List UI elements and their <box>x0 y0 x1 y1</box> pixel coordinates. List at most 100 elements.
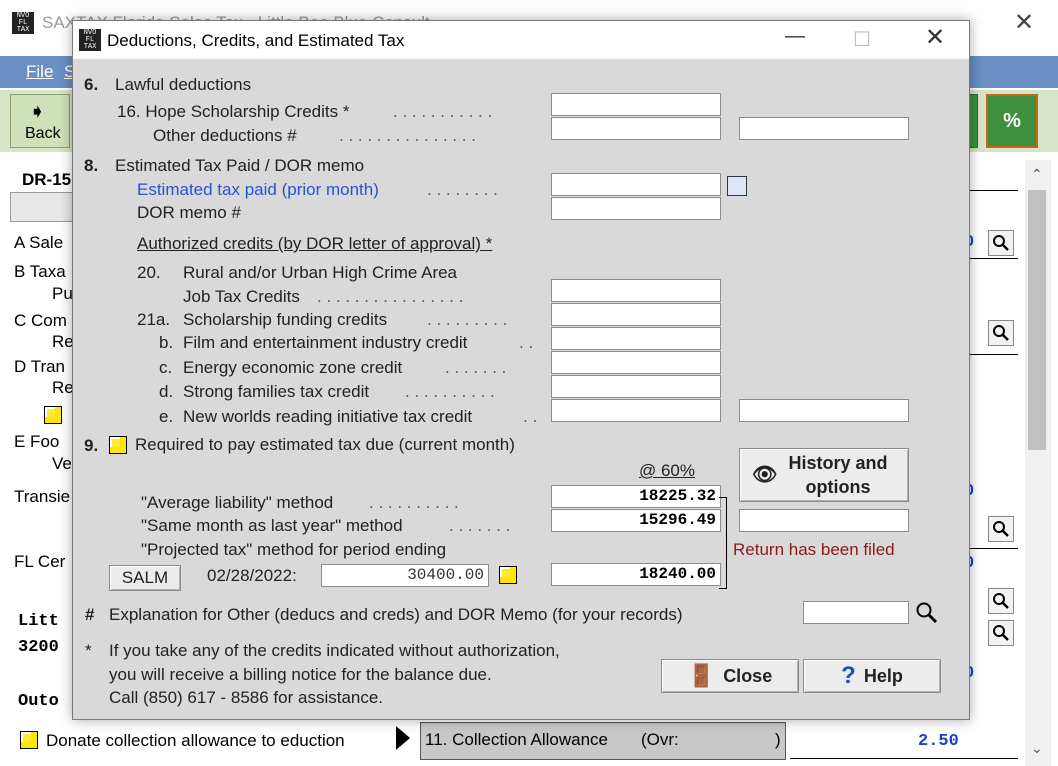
row-e: E Foo <box>14 432 60 451</box>
exit-door-icon: 🚪 <box>687 663 716 688</box>
dot-leader: . . . . . . . . . . <box>405 382 495 401</box>
percent-heading: @ 60% <box>639 461 696 480</box>
history-label-1: History and <box>788 453 888 473</box>
note-line-1: If you take any of the credits indicated… <box>109 641 560 660</box>
bg-nav-button[interactable] <box>10 192 74 222</box>
same-month-value[interactable]: 15296.49 <box>551 509 721 532</box>
search-icon[interactable] <box>988 588 1014 614</box>
row-b: B Taxa <box>14 262 66 281</box>
credit-e-label: New worlds reading initiative tax credit <box>183 407 473 426</box>
salm-button[interactable]: SALM <box>109 565 181 591</box>
avg-liability-value[interactable]: 18225.32 <box>551 485 721 508</box>
credit-b-field[interactable] <box>551 327 721 350</box>
bracket <box>719 497 727 589</box>
note-line-2: you will receive a billing notice for th… <box>109 665 492 684</box>
row-e2: Ve <box>52 454 72 473</box>
credit-20-field[interactable] <box>551 279 721 302</box>
projected-tax-label: "Projected tax" method for period ending <box>141 540 447 559</box>
credit-c-field[interactable] <box>551 351 721 374</box>
scroll-up-icon[interactable]: ⌃ <box>1031 166 1043 183</box>
close-button[interactable]: 🚪 Close <box>661 659 799 693</box>
search-icon[interactable] <box>988 320 1014 346</box>
row-flcert: FL Cer <box>14 552 66 571</box>
dot-leader: . . <box>523 407 538 426</box>
divider <box>968 190 1018 191</box>
eye-icon: 👁 <box>752 464 778 486</box>
required-estimated-checkbox[interactable] <box>109 436 127 454</box>
app-icon: NVO FL TAX <box>79 29 101 51</box>
row-d: D Tran <box>14 357 66 376</box>
row-d2: Re <box>52 378 74 397</box>
donate-checkbox[interactable] <box>20 731 38 749</box>
avg-liability-label: "Average liability" method <box>141 493 334 512</box>
section-8-num: 8. <box>84 156 99 175</box>
deductions-dialog: NVO FL TAX Deductions, Credits, and Estima… <box>72 20 970 720</box>
credit-d-field[interactable] <box>551 375 721 398</box>
explanation-field[interactable] <box>803 601 909 624</box>
credit-d-num: d. <box>159 382 174 401</box>
authorized-credits-heading: Authorized credits (by DOR letter of app… <box>137 234 493 253</box>
bg-checkbox[interactable] <box>44 406 62 424</box>
dot-leader: . . . . . . . . . . . . . . . <box>339 126 476 145</box>
dot-leader: . . . . . . . . . . . <box>393 102 493 121</box>
credit-21a-label: Scholarship funding credits <box>183 310 388 329</box>
close-button-label: Close <box>723 665 773 686</box>
divider <box>968 548 1018 549</box>
dot-leader: . . . . . . . . . <box>427 310 508 329</box>
scrollbar[interactable]: ⌃ ⌄ <box>1025 160 1051 766</box>
projected-checkbox[interactable] <box>499 566 517 584</box>
section-9-num: 9. <box>84 436 99 455</box>
search-icon[interactable] <box>915 601 939 630</box>
dot-leader: . . . . . . . <box>449 516 511 535</box>
section-6-label: Lawful deductions <box>115 75 252 94</box>
help-button[interactable]: ? Help <box>803 659 941 693</box>
row-outo: Outo <box>18 692 59 711</box>
search-icon[interactable] <box>988 620 1014 646</box>
dot-leader: . . . . . . . . <box>427 180 498 199</box>
history-options-button[interactable]: 👁 History and options <box>739 448 909 502</box>
back-label: Back <box>25 125 61 142</box>
dot-leader: . . . . . . . . . . . . . . . . <box>317 287 464 306</box>
credit-e-memo-field[interactable] <box>739 399 909 422</box>
credit-20-num: 20. <box>137 263 161 282</box>
collection-label: 11. Collection Allowance <box>425 730 609 749</box>
close-icon[interactable]: ✕ <box>925 23 945 52</box>
dot-leader: . . <box>519 333 534 352</box>
divider <box>790 758 1018 759</box>
estimated-tax-paid-link[interactable]: Estimated tax paid (prior month) <box>137 180 379 200</box>
projected-tax-input[interactable]: 30400.00 <box>321 564 489 587</box>
hope-scholarship-field[interactable] <box>551 93 721 116</box>
other-deductions-memo-field[interactable] <box>739 117 909 140</box>
return-filed-status: Return has been filed <box>733 540 895 559</box>
estimated-tax-checkbox[interactable] <box>727 176 747 196</box>
scrollbar-thumb[interactable] <box>1028 190 1046 450</box>
estimated-tax-paid-field[interactable] <box>551 173 721 196</box>
other-deductions-field[interactable] <box>551 117 721 140</box>
maximize-icon[interactable]: ☐ <box>853 27 871 52</box>
search-icon[interactable] <box>988 516 1014 542</box>
credit-b-label: Film and entertainment industry credit <box>183 333 468 352</box>
scroll-down-icon[interactable]: ⌄ <box>1031 740 1043 757</box>
donate-label: Donate collection allowance to eduction <box>46 731 345 750</box>
collection-allowance-field: 11. Collection Allowance (Ovr: ) <box>420 722 786 760</box>
projected-tax-value[interactable]: 18240.00 <box>551 563 721 586</box>
credit-e-field[interactable] <box>551 399 721 422</box>
back-button[interactable]: ➧ Back <box>10 94 70 148</box>
explanation-label: Explanation for Other (deducs and creds)… <box>109 605 683 624</box>
percent-button[interactable]: % <box>986 94 1038 148</box>
dot-leader: . . . . . . . <box>445 358 507 377</box>
minimize-icon[interactable]: — <box>785 25 805 48</box>
credit-21a-field[interactable] <box>551 303 721 326</box>
row-c: C Com <box>14 311 67 330</box>
hash-marker: # <box>85 605 95 624</box>
row-c2: Re <box>52 332 74 351</box>
divider <box>968 258 1018 259</box>
dor-memo-field[interactable] <box>551 197 721 220</box>
bg-close-icon[interactable]: ✕ <box>1014 8 1034 37</box>
search-icon[interactable] <box>988 230 1014 256</box>
menu-file[interactable]: File <box>26 62 53 82</box>
note-line-3: Call (850) 617 - 8586 for assistance. <box>109 688 384 707</box>
help-button-label: Help <box>863 665 903 686</box>
row-b2: Pu <box>52 284 73 303</box>
same-month-memo-field[interactable] <box>739 509 909 532</box>
